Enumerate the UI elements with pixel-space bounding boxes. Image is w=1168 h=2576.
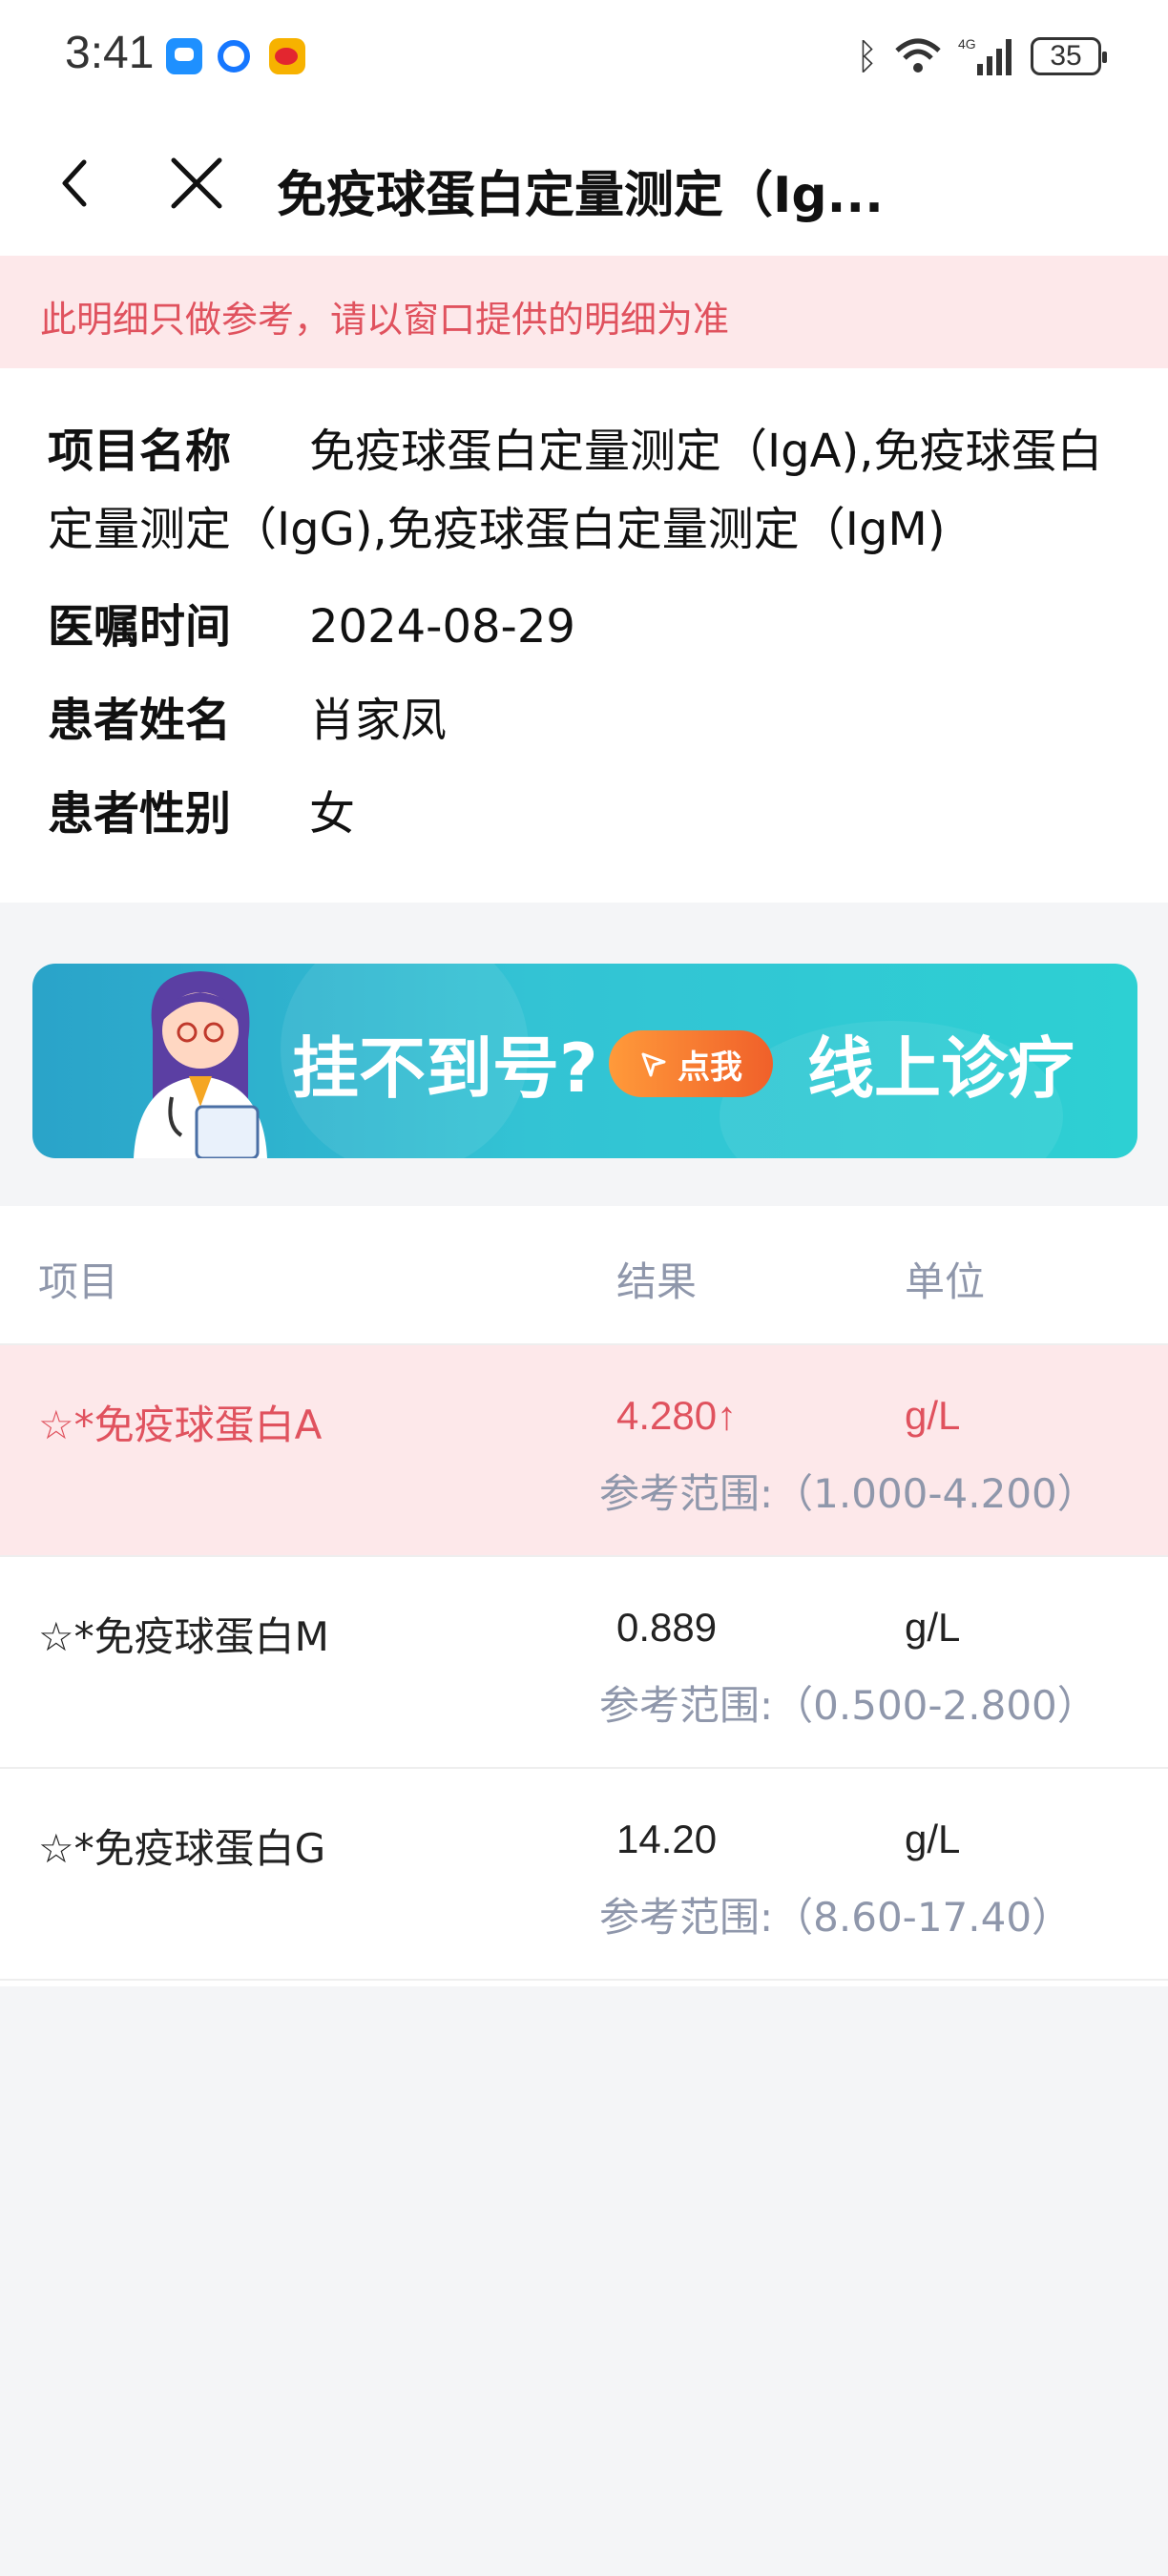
results-table: 项目 结果 单位 ☆*免疫球蛋白A 4.280↑ g/L 参考范围:（1.000…	[0, 1206, 1168, 1986]
test-name: ☆*免疫球蛋白M	[38, 1613, 329, 1660]
status-indicators: ᛒ 4G 35	[856, 32, 1107, 80]
tap-me-label: 点我	[678, 1048, 742, 1087]
tap-me-button[interactable]: 点我	[609, 1030, 773, 1097]
doctor-illustration	[105, 964, 296, 1158]
table-row: ☆*免疫球蛋白A 4.280↑ g/L 参考范围:（1.000-4.200）	[0, 1345, 1168, 1557]
order-info-card: 项目名称 免疫球蛋白定量测定（IgA),免疫球蛋白定量测定（IgG),免疫球蛋白定…	[0, 368, 1168, 903]
test-unit: g/L	[905, 1605, 961, 1650]
patient-name-label: 患者姓名	[48, 694, 232, 747]
status-time: 3:41	[65, 28, 155, 78]
reference-range: 参考范围:（1.000-4.200）	[599, 1470, 1097, 1517]
reference-range: 参考范围:（0.500-2.800）	[599, 1682, 1097, 1729]
test-result: 0.889	[616, 1605, 718, 1650]
reference-notice: 此明细只做参考，请以窗口提供的明细为准	[0, 256, 1168, 368]
weibo-app-icon	[269, 38, 305, 74]
patient-gender-row: 患者性别 女	[48, 775, 355, 853]
test-result: 4.280↑	[616, 1393, 738, 1438]
cellular-signal-icon: 4G	[958, 35, 1015, 77]
patient-gender-label: 患者性别	[48, 787, 232, 841]
patient-gender-value: 女	[309, 787, 356, 841]
wifi-icon	[893, 37, 943, 75]
table-row: ☆*免疫球蛋白M 0.889 g/L 参考范围:（0.500-2.800）	[0, 1557, 1168, 1769]
status-bar: 3:41 ᛒ 4G 35	[0, 0, 1168, 113]
test-name: ☆*免疫球蛋白A	[38, 1402, 323, 1448]
test-unit: g/L	[905, 1393, 961, 1438]
cursor-arrow-icon	[639, 1049, 668, 1078]
svg-text:4G: 4G	[958, 36, 976, 52]
nav-bar: 免疫球蛋白定量测定（Ig...	[0, 113, 1168, 256]
back-arrow-icon[interactable]	[50, 155, 107, 212]
test-unit: g/L	[905, 1817, 961, 1861]
order-time-value: 2024-08-29	[309, 600, 575, 654]
patient-name-value: 肖家凤	[309, 694, 448, 747]
online-consultation-banner[interactable]: 挂不到号? 点我 线上诊疗	[32, 964, 1137, 1158]
patient-name-row: 患者姓名 肖家凤	[48, 681, 447, 759]
test-result: 14.20	[616, 1817, 718, 1861]
column-header-unit: 单位	[905, 1258, 986, 1305]
column-header-item: 项目	[38, 1258, 119, 1305]
item-name-row: 项目名称 免疫球蛋白定量测定（IgA),免疫球蛋白定量测定（IgG),免疫球蛋白定…	[48, 412, 1126, 569]
column-header-result: 结果	[616, 1258, 698, 1305]
page-title: 免疫球蛋白定量测定（Ig...	[277, 167, 884, 224]
banner-cta: 线上诊疗	[807, 1029, 1074, 1108]
message-app-icon	[166, 38, 202, 74]
banner-headline: 挂不到号?	[292, 1029, 598, 1108]
test-name: ☆*免疫球蛋白G	[38, 1825, 326, 1872]
bluetooth-icon: ᛒ	[856, 35, 878, 77]
results-header: 项目 结果 单位	[0, 1206, 1168, 1345]
order-time-row: 医嘱时间 2024-08-29	[48, 588, 575, 666]
browser-app-icon	[218, 40, 250, 73]
order-time-label: 医嘱时间	[48, 600, 232, 654]
close-icon[interactable]	[168, 155, 225, 212]
battery-indicator: 35	[1031, 37, 1107, 75]
notice-text: 此明细只做参考，请以窗口提供的明细为准	[40, 299, 730, 341]
table-row: ☆*免疫球蛋白G 14.20 g/L 参考范围:（8.60-17.40）	[0, 1769, 1168, 1981]
reference-range: 参考范围:（8.60-17.40）	[599, 1894, 1073, 1941]
item-name-label: 项目名称	[48, 425, 232, 478]
